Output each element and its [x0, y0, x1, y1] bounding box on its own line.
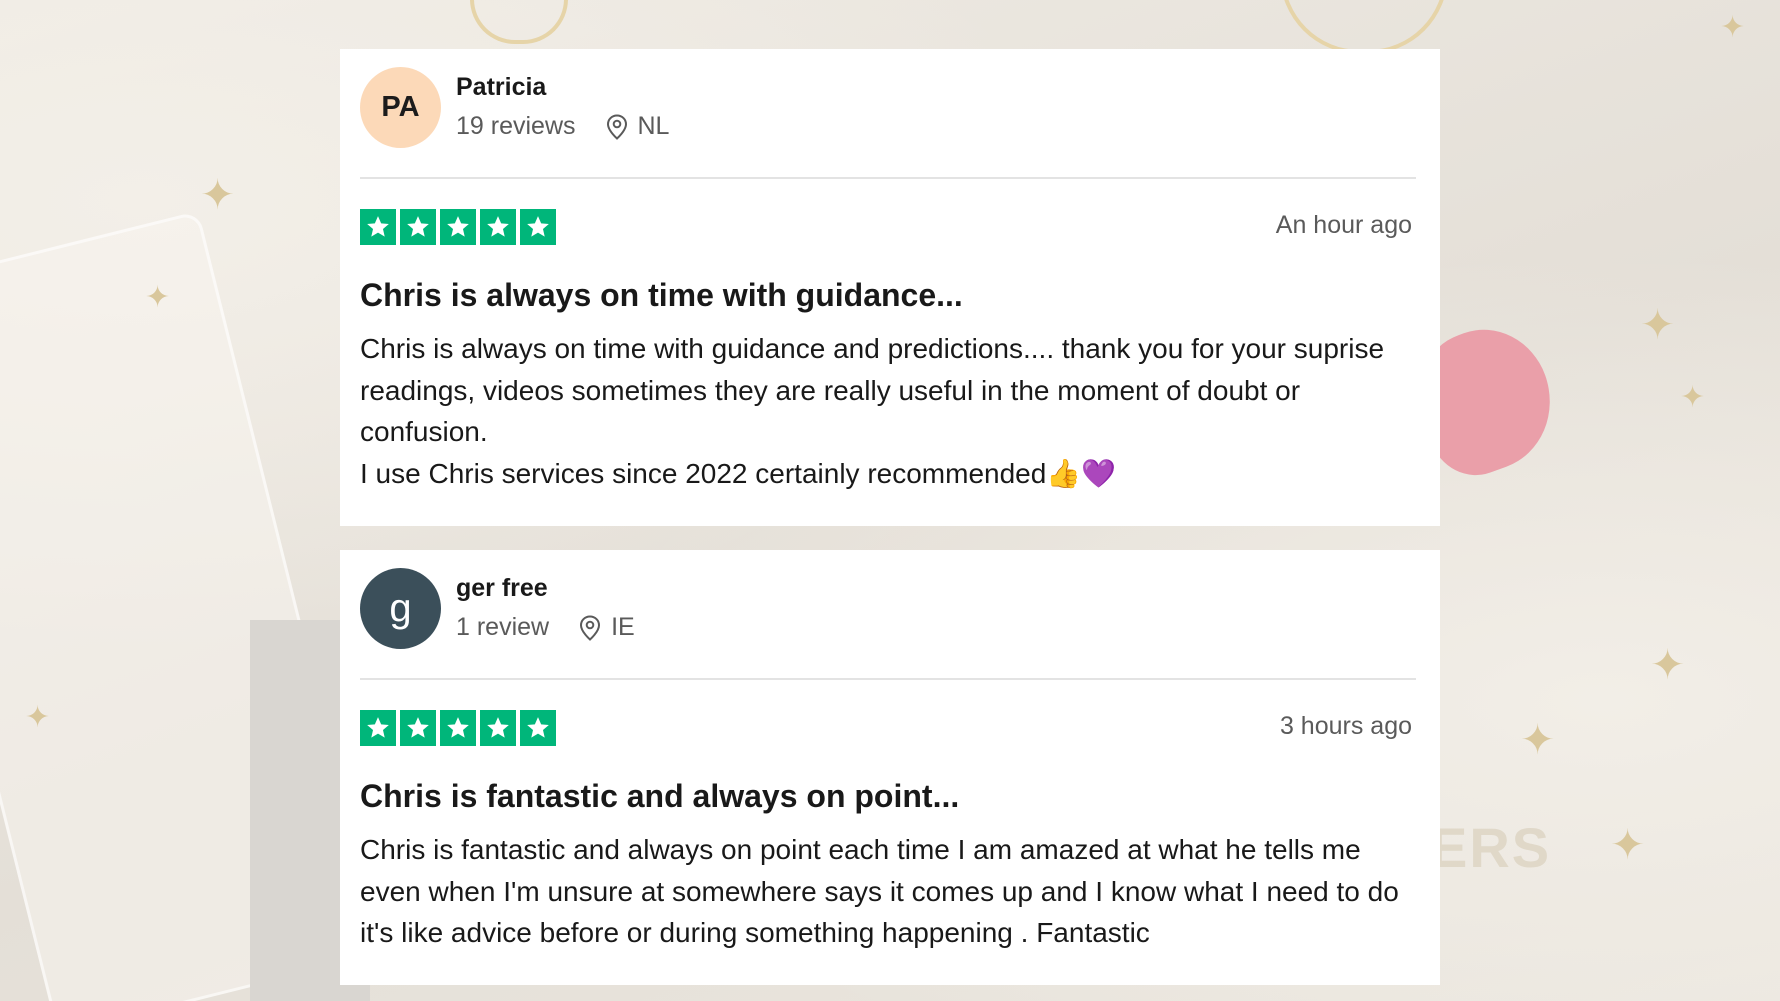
divider: [360, 678, 1416, 680]
star-icon: [520, 209, 556, 245]
sparkle-icon: ✦: [200, 170, 236, 219]
review-title[interactable]: Chris is always on time with guidance...: [360, 277, 963, 314]
review-card: PA Patricia 19 reviews NL An hour ago Ch…: [340, 49, 1440, 526]
star-icon: [440, 710, 476, 746]
review-body-line: Chris is always on time with guidance an…: [360, 333, 1385, 447]
review-body: Chris is fantastic and always on point e…: [360, 829, 1410, 954]
review-date: An hour ago: [1275, 211, 1412, 239]
star-rating: [360, 710, 556, 746]
background-gold-arc: [470, 0, 568, 44]
background-gold-arc: [1280, 0, 1448, 54]
sparkle-icon: ✦: [1680, 380, 1706, 415]
star-icon: [360, 209, 396, 245]
review-count: 19 reviews: [456, 112, 576, 140]
reviewer-meta: 19 reviews NL: [456, 112, 669, 141]
review-date: 3 hours ago: [1279, 712, 1412, 740]
star-icon: [400, 209, 436, 245]
avatar[interactable]: g: [360, 568, 441, 649]
background-text-fragment: ERS: [1430, 816, 1552, 879]
avatar[interactable]: PA: [360, 67, 441, 148]
location-pin-icon: [579, 614, 601, 641]
reviewer-country: NL: [637, 112, 670, 140]
reviewer-name[interactable]: ger free: [456, 574, 548, 603]
divider: [360, 177, 1416, 179]
review-title[interactable]: Chris is fantastic and always on point..…: [360, 778, 959, 815]
star-icon: [520, 710, 556, 746]
sparkle-icon: ✦: [1610, 820, 1646, 869]
sparkle-icon: ✦: [1650, 640, 1686, 689]
reviewer-country: IE: [611, 613, 635, 641]
sparkle-icon: ✦: [25, 700, 51, 735]
review-card: g ger free 1 review IE 3 hours ago Chris…: [340, 550, 1440, 985]
star-icon: [480, 710, 516, 746]
reviewer-meta: 1 review IE: [456, 613, 635, 642]
star-icon: [440, 209, 476, 245]
review-body: Chris is always on time with guidance an…: [360, 328, 1410, 494]
sparkle-icon: ✦: [1520, 715, 1556, 764]
sparkle-icon: ✦: [1640, 300, 1676, 349]
star-icon: [480, 209, 516, 245]
sparkle-icon: ✦: [1720, 10, 1746, 45]
star-icon: [400, 710, 436, 746]
sparkle-icon: ✦: [145, 280, 171, 315]
review-body-line: Chris is fantastic and always on point e…: [360, 834, 1399, 948]
star-rating: [360, 209, 556, 245]
review-count: 1 review: [456, 613, 550, 641]
review-body-line: I use Chris services since 2022 certainl…: [360, 457, 1117, 489]
location-pin-icon: [606, 113, 628, 140]
star-icon: [360, 710, 396, 746]
reviewer-name[interactable]: Patricia: [456, 73, 546, 102]
